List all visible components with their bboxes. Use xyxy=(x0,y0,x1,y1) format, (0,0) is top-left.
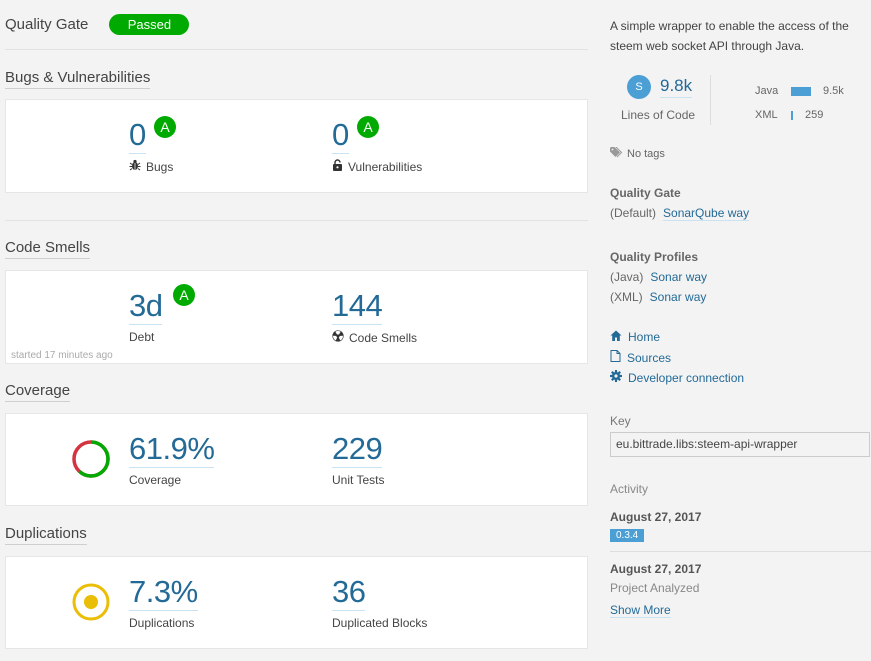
section-title-code-smells[interactable]: Code Smells xyxy=(5,239,91,259)
duplications-measure[interactable]: 7.3% Duplications xyxy=(129,575,198,630)
activity-event-text: Project Analyzed xyxy=(610,581,700,595)
language-lines: 259 xyxy=(805,109,824,121)
bugs-value[interactable]: 0 xyxy=(129,118,146,154)
quality-profiles-title: Quality Profiles xyxy=(610,250,699,264)
duplications-value[interactable]: 7.3% xyxy=(129,575,198,611)
quality-gate-title: Quality Gate xyxy=(5,16,89,33)
lines-of-code-label: Lines of Code xyxy=(621,108,696,122)
quality-profile-java: (Java) Sonar way xyxy=(610,270,707,284)
home-icon xyxy=(610,330,622,344)
language-bar xyxy=(791,110,793,120)
coverage-label: Coverage xyxy=(129,473,182,487)
duplicated-blocks-measure[interactable]: 36 Duplicated Blocks xyxy=(332,575,427,630)
version-badge: 0.3.4 xyxy=(610,529,645,542)
debt-rating-badge[interactable]: A xyxy=(173,284,195,306)
developer-connection-label: Developer connection xyxy=(628,370,745,385)
coverage-donut-chart[interactable] xyxy=(71,439,111,479)
profile-language: (Java) xyxy=(610,270,644,284)
file-icon xyxy=(610,350,621,365)
sources-link[interactable]: Sources xyxy=(610,350,671,365)
loc-separator xyxy=(710,75,711,125)
duplications-bubble-icon[interactable] xyxy=(71,582,111,622)
lines-of-code-block: S 9.8k Lines of Code Java 9.5k XML 259 xyxy=(610,72,871,128)
language-bar xyxy=(791,86,811,96)
home-link-label: Home xyxy=(628,330,661,344)
profile-language: (XML) xyxy=(610,290,643,304)
unit-tests-label: Unit Tests xyxy=(332,473,385,487)
activity-date: August 27, 2017 xyxy=(610,562,702,576)
language-row-java: Java 9.5k xyxy=(755,85,865,97)
coverage-card: 61.9% Coverage 229 Unit Tests xyxy=(5,413,588,506)
overview-main: Quality Gate Passed Bugs & Vulnerabiliti… xyxy=(5,0,588,649)
quality-gate-line: (Default) SonarQube way xyxy=(610,206,750,221)
sources-link-label: Sources xyxy=(627,350,672,365)
radiation-icon xyxy=(332,330,344,345)
activity-date: August 27, 2017 xyxy=(610,510,702,524)
code-smells-card: 3d Debt A 144 Code Smells started 17 min… xyxy=(5,270,588,364)
language-row-xml: XML 259 xyxy=(755,109,865,121)
quality-gate-row: Quality Gate Passed xyxy=(5,0,588,50)
vulnerabilities-rating-badge[interactable]: A xyxy=(357,116,379,138)
bugs-vulnerabilities-card: 0 Bugs A 0 Vulnerabilities A xyxy=(5,99,588,193)
lines-of-code-value[interactable]: 9.8k xyxy=(660,75,693,98)
duplications-card: 7.3% Duplications 36 Duplicated Blocks xyxy=(5,556,588,649)
bug-icon xyxy=(129,159,141,174)
coverage-value[interactable]: 61.9% xyxy=(129,432,215,468)
sidebar-quality-gate-title: Quality Gate xyxy=(610,186,681,200)
duplications-label: Duplications xyxy=(129,616,195,630)
code-smells-measure[interactable]: 144 Code Smells xyxy=(332,289,417,345)
duplicated-blocks-label: Duplicated Blocks xyxy=(332,616,428,630)
unit-tests-value[interactable]: 229 xyxy=(332,432,383,468)
quality-gate-link[interactable]: SonarQube way xyxy=(663,206,750,221)
home-link[interactable]: Home xyxy=(610,330,660,344)
profile-link[interactable]: Sonar way xyxy=(650,270,707,284)
section-title-bugs-vulnerabilities[interactable]: Bugs & Vulnerabilities xyxy=(5,69,151,89)
show-more-link[interactable]: Show More xyxy=(610,603,671,618)
lock-icon xyxy=(332,159,343,174)
debt-value[interactable]: 3d xyxy=(129,289,163,325)
debt-measure[interactable]: 3d Debt xyxy=(129,289,163,344)
project-description: A simple wrapper to enable the access of… xyxy=(610,19,849,53)
bugs-label: Bugs xyxy=(146,159,174,174)
code-smells-value[interactable]: 144 xyxy=(332,289,383,325)
bugs-rating-badge[interactable]: A xyxy=(154,116,176,138)
language-name: XML xyxy=(755,109,778,121)
gear-icon xyxy=(610,370,622,385)
language-lines: 9.5k xyxy=(823,85,844,97)
profile-link[interactable]: Sonar way xyxy=(650,290,707,304)
quality-profile-xml: (XML) Sonar way xyxy=(610,290,706,304)
coverage-measure[interactable]: 61.9% Coverage xyxy=(129,432,215,487)
key-title: Key xyxy=(610,414,631,428)
section-title-duplications[interactable]: Duplications xyxy=(5,525,87,545)
vulnerabilities-label: Vulnerabilities xyxy=(348,159,423,174)
tags-row[interactable]: No tags xyxy=(610,146,665,161)
unit-tests-measure[interactable]: 229 Unit Tests xyxy=(332,432,384,487)
activity-separator xyxy=(610,551,871,552)
section-divider xyxy=(5,220,588,221)
quality-gate-status-badge: Passed xyxy=(109,14,190,35)
quality-gate-default-label: (Default) xyxy=(610,206,657,220)
duplications-dot xyxy=(84,595,98,609)
analysis-started-text: started 17 minutes ago xyxy=(11,350,113,361)
project-key-field[interactable]: eu.bittrade.libs:steem-api-wrapper xyxy=(610,432,870,457)
tag-icon xyxy=(610,146,623,161)
duplicated-blocks-value[interactable]: 36 xyxy=(332,575,366,611)
language-name: Java xyxy=(755,85,779,97)
activity-title: Activity xyxy=(610,482,649,496)
vulnerabilities-value[interactable]: 0 xyxy=(332,118,349,154)
section-title-coverage[interactable]: Coverage xyxy=(5,382,71,402)
tags-text: No tags xyxy=(627,148,665,160)
developer-connection-link[interactable]: Developer connection xyxy=(610,370,744,385)
code-smells-label: Code Smells xyxy=(349,330,418,345)
size-rating-badge: S xyxy=(627,75,651,99)
debt-label: Debt xyxy=(129,330,155,344)
